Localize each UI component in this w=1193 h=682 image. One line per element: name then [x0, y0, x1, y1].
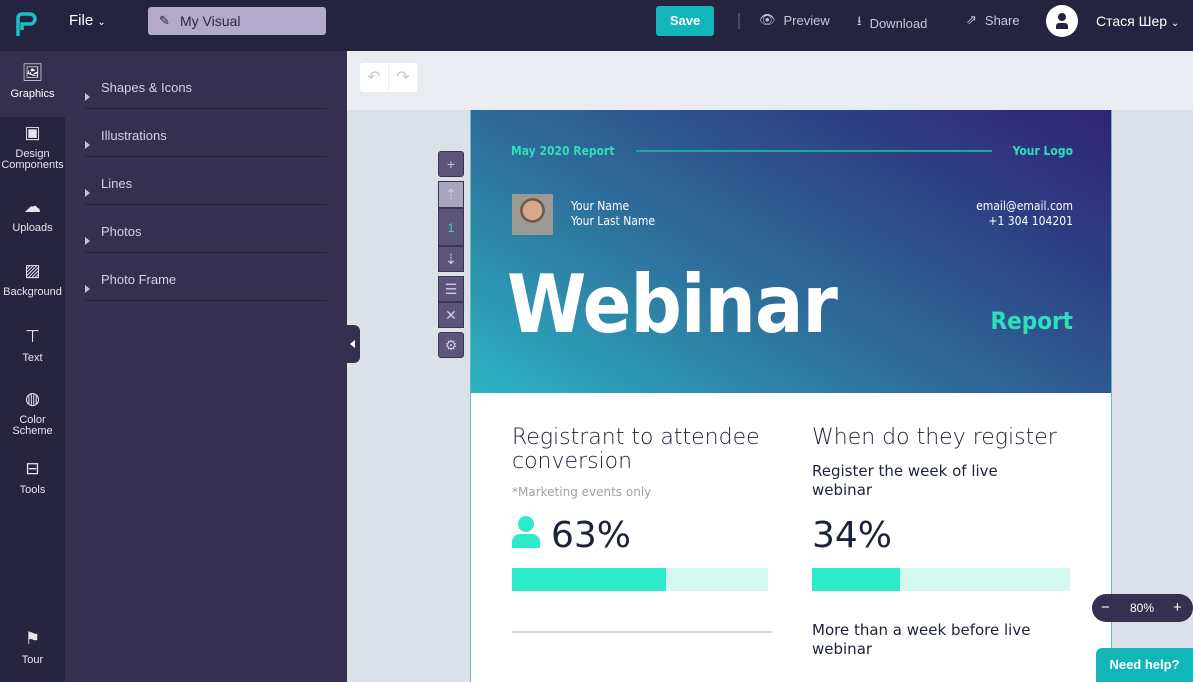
note-text[interactable]: *Marketing events only	[512, 485, 651, 499]
chevron-down-icon: ⌄	[97, 17, 106, 28]
top-bar: File ⌄ ✎ My Visual Save 👁 Preview ⭳ Downloa…	[0, 0, 1193, 51]
left-value[interactable]: 63%	[551, 515, 631, 556]
redo-icon[interactable]: ↷	[389, 63, 418, 92]
right-progress-fill	[812, 568, 900, 591]
file-menu[interactable]: File ⌄	[69, 12, 106, 29]
right-value[interactable]: 34%	[812, 515, 892, 556]
right-progress-bar	[812, 568, 1070, 591]
chevron-down-icon: ⌄	[1170, 18, 1180, 29]
panel-item-photo-frame[interactable]: Photo Frame	[85, 253, 327, 301]
avatar[interactable]	[1046, 5, 1078, 37]
divider	[512, 631, 772, 633]
canvas-toolbar: ↶ ↷	[347, 51, 1193, 110]
add-page-icon[interactable]: +	[438, 151, 464, 177]
email-text[interactable]: email@email.com	[976, 199, 1073, 213]
move-page-down-icon[interactable]: ⇣	[438, 246, 464, 272]
toolbox-icon: ⊟	[25, 459, 40, 478]
phone-text[interactable]: +1 304 104201	[988, 214, 1073, 228]
rail-uploads[interactable]: ☁ Uploads	[0, 197, 65, 234]
palette-icon: ◍	[25, 389, 40, 408]
panel-item-photos[interactable]: Photos	[85, 205, 327, 253]
report-date[interactable]: May 2020 Report	[511, 144, 615, 158]
zoom-control: − 80% +	[1092, 594, 1193, 622]
page-number: 1	[438, 208, 464, 246]
image-icon: 🖼	[21, 63, 44, 82]
user-menu[interactable]: Стася Шер ⌄	[1096, 13, 1179, 29]
graphics-panel: Shapes & Icons Illustrations Lines Photo…	[65, 51, 347, 682]
left-progress-bar	[512, 568, 768, 591]
right-label-2[interactable]: More than a week before live webinar	[812, 621, 1042, 659]
zoom-out-button[interactable]: −	[1101, 599, 1110, 616]
name-text[interactable]: Your Name	[571, 199, 629, 213]
text-icon: ⊤	[25, 327, 40, 346]
download-button[interactable]: ⭳ Download	[857, 12, 927, 34]
rail-background[interactable]: ▨ Background	[0, 261, 65, 298]
person-icon	[512, 516, 540, 548]
download-icon: ⭳	[857, 13, 862, 28]
tool-rail: 🖼 Graphics ▣ Design Components ☁ Uploads ▨ B…	[0, 51, 65, 682]
eye-icon: 👁	[759, 12, 776, 27]
collapse-panel-button[interactable]	[347, 325, 360, 363]
save-button[interactable]: Save	[656, 6, 714, 36]
delete-page-icon[interactable]: ✕	[438, 302, 464, 328]
visual-title-input[interactable]: ✎ My Visual	[148, 7, 326, 35]
rail-tools[interactable]: ⊟ Tools	[0, 459, 65, 496]
rail-design-components[interactable]: ▣ Design Components	[0, 123, 65, 171]
panel-item-lines[interactable]: Lines	[85, 157, 327, 205]
right-label-1[interactable]: Register the week of live webinar	[812, 462, 1012, 500]
divider	[738, 13, 740, 29]
logo-icon[interactable]	[14, 12, 38, 38]
preview-button[interactable]: 👁 Preview	[759, 12, 830, 28]
move-page-up-icon[interactable]: ⇡	[438, 181, 464, 208]
undo-icon[interactable]: ↶	[360, 63, 389, 92]
components-icon: ▣	[24, 123, 41, 142]
last-name-text[interactable]: Your Last Name	[571, 214, 655, 228]
pencil-icon: ✎	[159, 13, 170, 28]
rail-color-scheme[interactable]: ◍ Color Scheme	[0, 389, 65, 437]
header-section: May 2020 Report Your Logo Your Name Your…	[471, 110, 1111, 393]
title-text[interactable]: Webinar	[507, 258, 838, 351]
need-help-button[interactable]: Need help?	[1096, 648, 1193, 682]
header-line	[636, 150, 992, 152]
signpost-icon: ⚑	[24, 629, 41, 648]
profile-photo[interactable]	[512, 194, 553, 235]
panel-item-shapes-icons[interactable]: Shapes & Icons	[85, 61, 327, 109]
panel-item-illustrations[interactable]: Illustrations	[85, 109, 327, 157]
rail-tour[interactable]: ⚑ Tour	[0, 629, 65, 666]
page-settings-icon[interactable]: ⚙	[438, 332, 464, 358]
duplicate-page-icon[interactable]: ☰	[438, 276, 464, 302]
design-page[interactable]: May 2020 Report Your Logo Your Name Your…	[470, 110, 1112, 682]
zoom-level: 80%	[1130, 601, 1155, 615]
logo-placeholder[interactable]: Your Logo	[1013, 144, 1073, 158]
share-button[interactable]: ⇗ Share	[966, 12, 1020, 28]
rail-graphics[interactable]: 🖼 Graphics	[0, 51, 65, 117]
subtitle-text[interactable]: Report	[990, 307, 1073, 335]
right-heading[interactable]: When do they register	[812, 426, 1057, 450]
rail-text[interactable]: ⊤ Text	[0, 327, 65, 364]
background-icon: ▨	[24, 261, 41, 280]
zoom-in-button[interactable]: +	[1173, 599, 1182, 616]
left-progress-fill	[512, 568, 666, 591]
left-heading[interactable]: Registrant to attendee conversion	[512, 426, 772, 474]
cloud-upload-icon: ☁	[24, 197, 41, 216]
share-icon: ⇗	[966, 12, 977, 27]
